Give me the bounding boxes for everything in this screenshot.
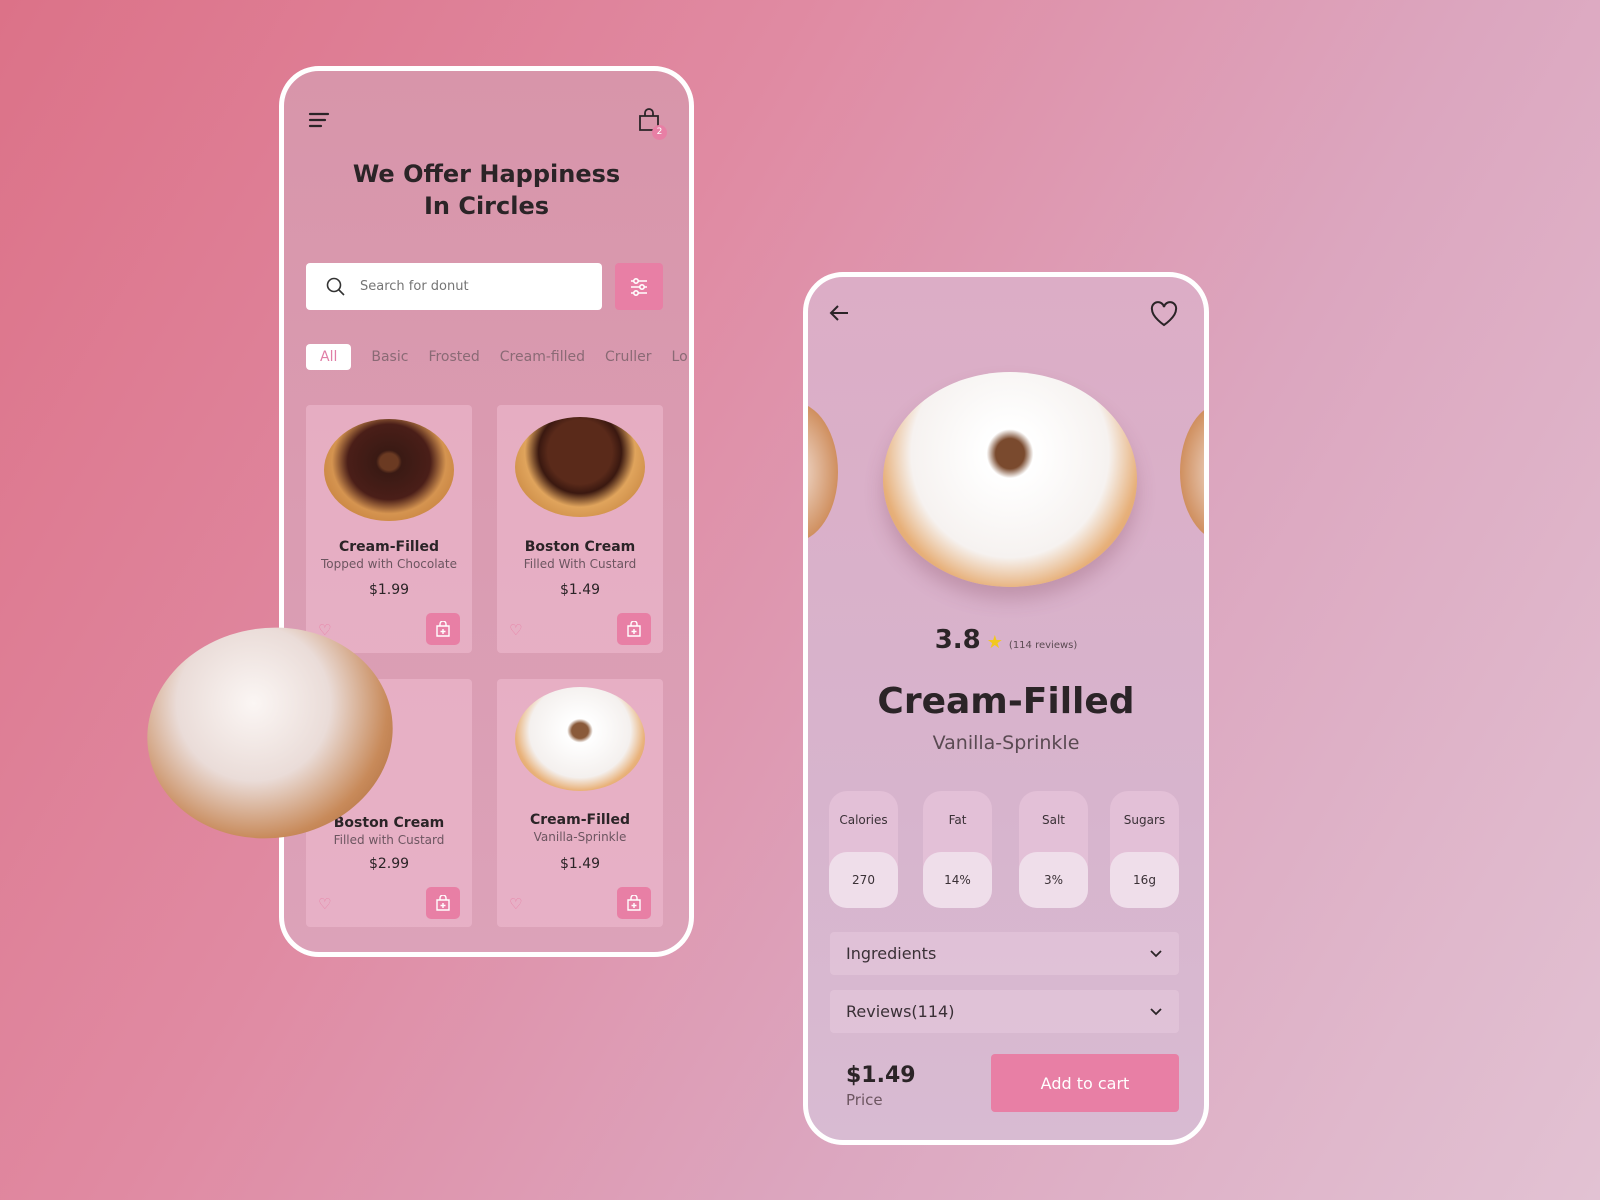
- product-card[interactable]: Boston Cream Filled With Custard $1.49 ♡: [497, 405, 663, 653]
- product-description: Filled With Custard: [523, 557, 637, 571]
- cart-button[interactable]: 2: [636, 107, 667, 140]
- heart-icon[interactable]: ♡: [509, 621, 522, 639]
- heart-icon[interactable]: ♡: [509, 895, 522, 913]
- reviews-accordion[interactable]: Reviews(114): [830, 990, 1179, 1033]
- ingredients-accordion[interactable]: Ingredients: [830, 932, 1179, 975]
- product-name: Cream-Filled: [339, 539, 439, 555]
- product-price: $2.99: [368, 856, 410, 872]
- rating-value: 3.8: [934, 625, 981, 655]
- product-card[interactable]: Cream-Filled Vanilla-Sprinkle $1.49 ♡: [497, 679, 663, 927]
- rating-row: 3.8 ★ (114 reviews): [808, 625, 1204, 655]
- nutrition-sugars: Sugars 16g: [1110, 791, 1179, 908]
- boston-cream-donut-image: [515, 417, 645, 517]
- headline-line-2: In Circles: [423, 192, 550, 220]
- search-icon: [326, 277, 345, 296]
- add-to-bag-button[interactable]: [426, 613, 460, 645]
- tab-all[interactable]: All: [306, 344, 352, 370]
- vanilla-sprinkle-donut-image: [515, 687, 645, 791]
- product-price: $1.49: [559, 582, 601, 598]
- heart-icon[interactable]: ♡: [318, 895, 331, 913]
- sliders-icon: [631, 277, 647, 296]
- tab-more[interactable]: Lo: [672, 349, 688, 365]
- chocolate-sprinkle-donut-image: [324, 419, 454, 521]
- tab-basic[interactable]: Basic: [371, 349, 408, 365]
- product-description: Filled with Custard: [333, 833, 445, 847]
- favorite-button[interactable]: [1150, 301, 1178, 331]
- tab-cream-filled[interactable]: Cream-filled: [500, 349, 585, 365]
- home-screen: 2 We Offer Happiness In Circles All Basi…: [279, 66, 694, 957]
- heart-icon: [1150, 301, 1178, 327]
- menu-icon[interactable]: [308, 111, 330, 133]
- nutrition-fat: Fat 14%: [923, 791, 992, 908]
- product-description: Topped with Chocolate: [321, 557, 457, 571]
- product-name: Boston Cream: [524, 539, 636, 555]
- detail-screen: 3.8 ★ (114 reviews) Cream-Filled Vanilla…: [803, 272, 1209, 1145]
- search-input[interactable]: [360, 279, 560, 294]
- product-price: $1.99: [368, 582, 410, 598]
- star-icon: ★: [986, 632, 1003, 653]
- product-card[interactable]: Cream-Filled Topped with Chocolate $1.99…: [306, 405, 472, 653]
- add-to-cart-button[interactable]: Add to cart: [991, 1054, 1179, 1112]
- add-to-bag-button[interactable]: [617, 613, 651, 645]
- product-title: Cream-Filled: [877, 681, 1135, 722]
- side-donut-right-image: [1180, 402, 1204, 542]
- chevron-down-icon: [1150, 1007, 1162, 1015]
- back-button[interactable]: [828, 303, 850, 327]
- bag-plus-icon: [627, 895, 641, 911]
- vanilla-sprinkle-donut-image: [883, 372, 1137, 587]
- add-to-bag-button[interactable]: [617, 887, 651, 919]
- bag-plus-icon: [436, 621, 450, 637]
- product-subtitle: Vanilla-Sprinkle: [932, 732, 1080, 754]
- tab-cruller[interactable]: Cruller: [605, 349, 652, 365]
- nutrition-salt: Salt 3%: [1019, 791, 1088, 908]
- price-value: $1.49: [846, 1063, 916, 1088]
- search-bar[interactable]: [306, 263, 602, 310]
- bag-plus-icon: [436, 895, 450, 911]
- nutrition-calories: Calories 270: [829, 791, 898, 908]
- ingredients-label: Ingredients: [846, 944, 937, 963]
- arrow-left-icon: [829, 305, 848, 321]
- bag-plus-icon: [627, 621, 641, 637]
- add-to-bag-button[interactable]: [426, 887, 460, 919]
- product-name: Cream-Filled: [530, 812, 630, 828]
- category-tabs: All Basic Frosted Cream-filled Cruller L…: [306, 344, 688, 370]
- headline-line-1: We Offer Happiness: [352, 160, 621, 188]
- chevron-down-icon: [1150, 949, 1162, 957]
- product-description: Vanilla-Sprinkle: [533, 830, 627, 844]
- cart-badge: 2: [652, 125, 667, 140]
- filter-button[interactable]: [615, 263, 663, 310]
- reviews-label: Reviews(114): [846, 1002, 955, 1021]
- tab-frosted[interactable]: Frosted: [428, 349, 479, 365]
- product-price: $1.49: [559, 856, 601, 872]
- review-count: (114 reviews): [1008, 640, 1078, 651]
- price-label: Price: [846, 1091, 883, 1109]
- side-donut-left-image: [808, 402, 838, 542]
